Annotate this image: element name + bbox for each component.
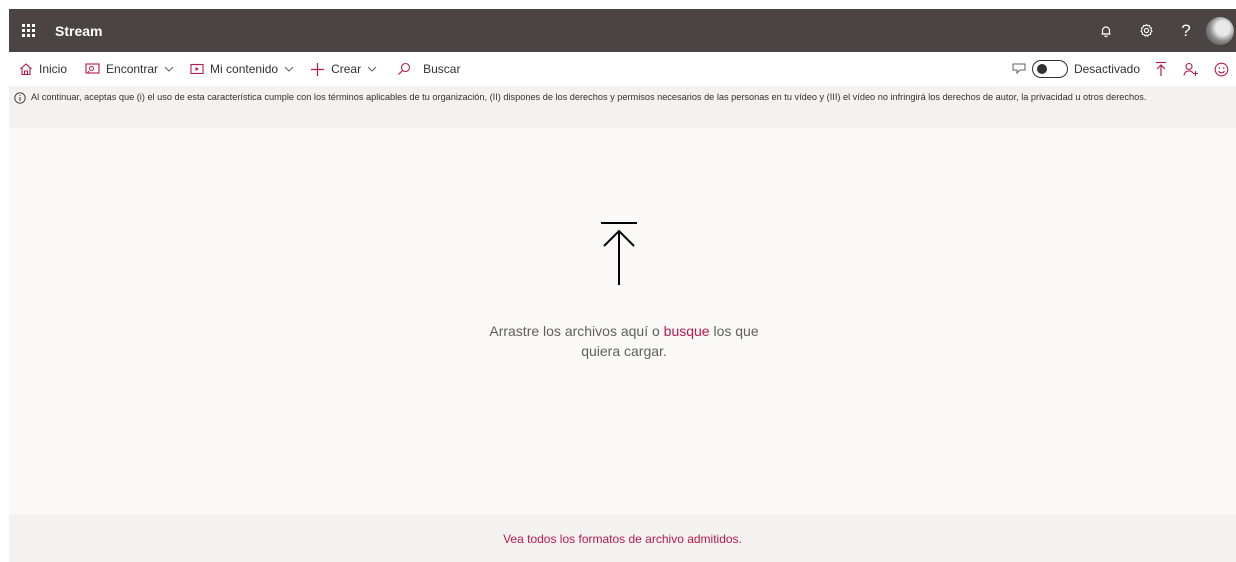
chevron-down-icon [284, 66, 294, 72]
dropzone-text: Arrastre los archivos aquí o busque los … [469, 321, 779, 361]
app-launcher-button[interactable] [9, 9, 47, 52]
waffle-icon [21, 24, 35, 37]
video-icon [190, 63, 204, 75]
upload-icon [1156, 61, 1166, 76]
comment-toggle-icon [1012, 63, 1026, 75]
plus-icon [311, 62, 325, 76]
add-person-icon [1183, 62, 1198, 76]
stream-app: Stream ? Inicio Encontrar Mi contenido C… [9, 9, 1236, 562]
command-bar: Inicio Encontrar Mi contenido Crear Busc… [9, 52, 1236, 86]
search-box[interactable]: Buscar [391, 52, 466, 86]
nav-discover[interactable]: Encontrar [79, 52, 180, 86]
app-title[interactable]: Stream [55, 23, 102, 39]
nav-home-label: Inicio [39, 62, 68, 76]
add-person-button[interactable] [1176, 52, 1206, 86]
nav-my-content-label: Mi contenido [210, 62, 279, 76]
formats-footer: Vea todos los formatos de archivo admiti… [9, 515, 1236, 562]
gear-icon [1139, 23, 1153, 38]
settings-button[interactable] [1126, 9, 1166, 52]
bell-icon [1101, 25, 1111, 37]
nav-create-label: Crear [331, 62, 362, 76]
nav-my-content[interactable]: Mi contenido [184, 52, 300, 86]
nav-create[interactable]: Crear [304, 52, 383, 86]
upload-button[interactable] [1146, 52, 1176, 86]
help-button[interactable]: ? [1166, 9, 1206, 52]
toggle-knob [1036, 64, 1047, 74]
home-icon [20, 63, 32, 76]
help-icon: ? [1181, 20, 1191, 40]
supported-formats-link[interactable]: Vea todos los formatos de archivo admiti… [503, 532, 742, 546]
nav-discover-label: Encontrar [106, 62, 159, 76]
info-icon [14, 92, 26, 104]
suite-header: Stream ? [9, 9, 1236, 52]
feature-toggle[interactable] [1031, 60, 1068, 78]
nav-home[interactable]: Inicio [9, 52, 73, 86]
chevron-down-icon [164, 66, 174, 72]
search-input[interactable]: Buscar [423, 62, 460, 76]
feedback-button[interactable] [1206, 52, 1236, 86]
smiley-icon [1214, 62, 1228, 76]
notifications-button[interactable] [1086, 9, 1126, 52]
toggle-label: Desactivado [1073, 62, 1140, 76]
upload-dropzone[interactable]: Arrastre los archivos aquí o busque los … [9, 128, 1236, 515]
avatar[interactable] [1206, 16, 1234, 45]
terms-notice: Al continuar, aceptas que (i) el uso de … [9, 86, 1236, 128]
chevron-down-icon [367, 66, 377, 72]
search-icon [398, 62, 411, 75]
notice-text: Al continuar, aceptas que (i) el uso de … [31, 92, 1147, 102]
dropzone-text-before: Arrastre los archivos aquí o [489, 323, 664, 339]
upload-arrow-icon [601, 222, 637, 285]
discover-icon [85, 63, 100, 74]
browse-link[interactable]: busque [664, 323, 710, 339]
